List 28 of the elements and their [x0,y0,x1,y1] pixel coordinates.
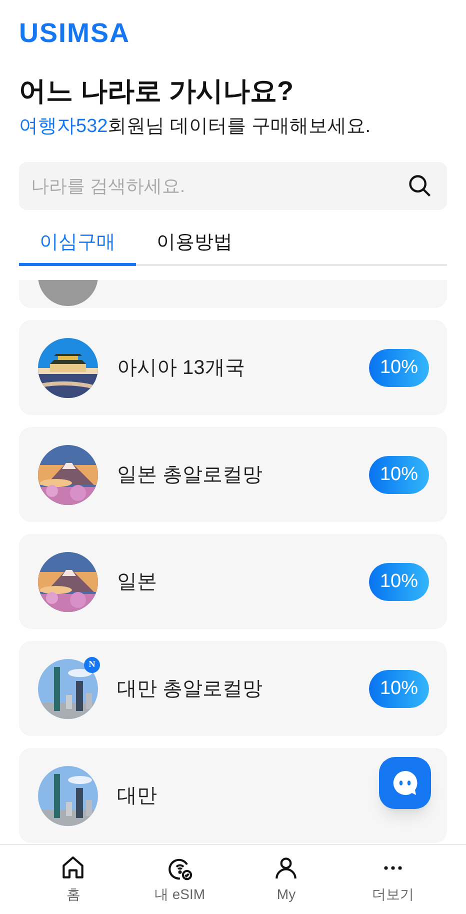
tab[interactable]: 이심구매 [19,224,136,266]
product-card[interactable]: 대만 [19,748,447,843]
product-name: 일본 총알로컬망 [117,462,263,488]
chat-button[interactable] [379,757,431,809]
nav-item[interactable]: 홈 [20,845,126,914]
page-title: 어느 나라로 가시나요? [19,75,294,108]
discount-badge: 10% [368,348,429,386]
product-name: 대만 [117,784,157,808]
search-icon[interactable] [407,173,433,199]
product-card[interactable]: 아시아 13개국 10% [19,320,447,415]
tab[interactable]: 이용방법 [136,224,253,266]
product-name: 일본 [117,570,157,594]
logo: USIMSA [19,18,132,48]
discount-badge: 10% [368,670,429,708]
product-card[interactable]: 일본 10% [19,534,447,629]
new-badge: N [84,656,100,672]
product-name: 대만 총알로컬망 [117,676,263,702]
search-field[interactable]: 나라를 검색하세요. [19,162,447,210]
nav-item[interactable]: 더보기 [340,845,446,914]
discount-badge: 10% [368,456,429,494]
product-name: 아시아 13개국 [117,356,245,380]
discount-badge: 10% [368,562,429,600]
subtitle: 여행자532회원님 데이터를 구매해보세요. [19,115,372,139]
product-card[interactable]: 일본 총알로컬망 10% [19,427,447,522]
product-card[interactable]: N 대만 총알로컬망 10% [19,641,447,736]
nav-item[interactable]: My [233,845,340,914]
nav-item[interactable]: 내 eSIM [126,845,233,914]
product-card[interactable] [19,280,447,308]
